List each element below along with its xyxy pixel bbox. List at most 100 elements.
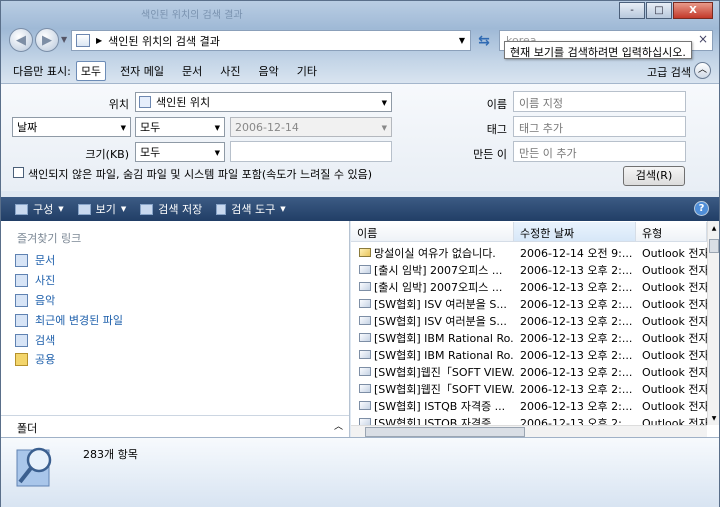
file-name: [SW협회]웹진「SOFT VIEW... bbox=[374, 365, 514, 379]
collapse-chevron-icon[interactable]: ︿ bbox=[694, 62, 711, 79]
breadcrumb-chevron-icon[interactable]: ▶ bbox=[96, 36, 102, 45]
nav-link-searches[interactable]: 검색 bbox=[15, 332, 55, 348]
include-nonindexed-checkbox[interactable] bbox=[13, 167, 24, 178]
nav-link-public[interactable]: 공용 bbox=[15, 351, 55, 367]
type-cell: Outlook 전자... bbox=[642, 280, 707, 294]
read-mail-icon bbox=[359, 282, 371, 291]
table-row[interactable]: [SW협회] ISV 여러분을 S... 2006-12-13 오후 2:... O… bbox=[351, 312, 707, 329]
documents-icon bbox=[15, 253, 28, 267]
file-name-cell: [출시 임박] 2007오피스 ... bbox=[351, 279, 514, 295]
tag-label: 태그 bbox=[486, 123, 507, 136]
folders-label: 폴더 bbox=[17, 422, 38, 435]
chevron-up-icon: ︿ bbox=[333, 422, 343, 432]
size-operator-select[interactable]: 모두 ▼ bbox=[135, 142, 225, 162]
column-header-name[interactable]: 이름 bbox=[351, 222, 514, 241]
file-name-cell: [SW협회]웹진「SOFT VIEW... bbox=[351, 364, 514, 380]
filter-documents[interactable]: 문서 bbox=[178, 62, 206, 80]
author-input[interactable]: 만든 이 추가 bbox=[513, 141, 686, 162]
refresh-icon[interactable]: ⇆ bbox=[473, 30, 495, 51]
date-picker[interactable]: 2006-12-14 ▼ bbox=[230, 117, 392, 137]
date-field-select[interactable]: 날짜 ▼ bbox=[12, 117, 131, 137]
size-operator-value: 모두 bbox=[140, 146, 161, 159]
navigation-pane: 즐겨찾기 링크 문서 사진 음악 최근에 변경된 파일 검색 공용 폴더 ︿ bbox=[1, 221, 350, 437]
searches-icon bbox=[15, 333, 28, 347]
file-name: 망설이실 여유가 없습니다. bbox=[374, 246, 496, 260]
organize-button[interactable]: 구성 ▼ bbox=[15, 201, 64, 217]
table-row[interactable]: [SW협회] IBM Rational Ro... 2006-12-13 오후 2… bbox=[351, 329, 707, 346]
organize-dropdown-icon: ▼ bbox=[58, 205, 64, 213]
table-row[interactable]: 망설이실 여유가 없습니다. 2006-12-14 오전 9:... Outlook… bbox=[351, 244, 707, 261]
location-select[interactable]: 색인된 위치 ▼ bbox=[135, 92, 392, 112]
vertical-scrollbar[interactable]: ▲ ▼ bbox=[707, 221, 719, 425]
name-label: 이름 bbox=[486, 98, 507, 111]
filter-email[interactable]: 전자 메일 bbox=[116, 62, 168, 80]
help-icon[interactable]: ? bbox=[694, 201, 709, 216]
filter-pictures[interactable]: 사진 bbox=[216, 62, 244, 80]
filter-label: 다음만 표시: bbox=[13, 65, 71, 78]
minimize-button[interactable]: - bbox=[619, 2, 645, 19]
author-label: 만든 이 bbox=[473, 148, 507, 161]
pictures-icon bbox=[15, 273, 28, 287]
indexed-location-icon bbox=[139, 96, 151, 108]
location-value: 색인된 위치 bbox=[156, 96, 211, 109]
breadcrumb[interactable]: 색인된 위치의 검색 결과 bbox=[108, 33, 220, 49]
read-mail-icon bbox=[359, 265, 371, 274]
table-row[interactable]: [SW협회]웹진「SOFT VIEW... 2006-12-13 오후 2:...… bbox=[351, 380, 707, 397]
scroll-up-icon[interactable]: ▲ bbox=[708, 223, 719, 235]
table-row[interactable]: [출시 임박] 2007오피스 ... 2006-12-13 오후 2:... Ou… bbox=[351, 261, 707, 278]
nav-link-documents[interactable]: 문서 bbox=[15, 252, 55, 268]
horizontal-scrollbar[interactable] bbox=[351, 425, 707, 437]
search-tools-button[interactable]: 검색 도구 ▼ bbox=[216, 201, 286, 217]
include-nonindexed-label[interactable]: 색인되지 않은 파일, 숨김 파일 및 시스템 파일 포함(속도가 느려질 수 … bbox=[28, 166, 372, 182]
folders-toggle[interactable]: 폴더 ︿ bbox=[1, 415, 349, 437]
folder-icon bbox=[15, 352, 28, 366]
forward-button[interactable]: ▶ bbox=[35, 28, 59, 52]
back-button[interactable]: ◀ bbox=[9, 28, 33, 52]
table-row[interactable]: [출시 임박] 2007오피스 ... 2006-12-13 오후 2:... Ou… bbox=[351, 278, 707, 295]
name-input[interactable]: 이름 지정 bbox=[513, 91, 686, 112]
clear-search-icon[interactable]: × bbox=[698, 32, 708, 46]
type-cell: Outlook 전자... bbox=[642, 399, 707, 413]
scroll-thumb[interactable] bbox=[709, 239, 719, 253]
column-header-date-modified[interactable]: 수정한 날짜 bbox=[514, 222, 636, 241]
filter-music[interactable]: 음악 bbox=[255, 62, 283, 80]
filter-all[interactable]: 모두 bbox=[75, 61, 107, 81]
filter-other[interactable]: 기타 bbox=[293, 62, 321, 80]
table-row[interactable]: [SW협회]웹진「SOFT VIEW... 2006-12-13 오후 2:...… bbox=[351, 363, 707, 380]
table-row[interactable]: [SW협회] ISV 여러분을 S... 2006-12-13 오후 2:... O… bbox=[351, 295, 707, 312]
date-modified-cell: 2006-12-13 오후 2:... bbox=[520, 297, 633, 311]
date-modified-cell: 2006-12-13 오후 2:... bbox=[520, 314, 633, 328]
date-operator-select[interactable]: 모두 ▼ bbox=[135, 117, 225, 137]
read-mail-icon bbox=[359, 350, 371, 359]
address-dropdown-icon[interactable]: ▼ bbox=[459, 36, 465, 45]
favorite-links-title: 즐겨찾기 링크 bbox=[17, 232, 82, 245]
recent-pages-dropdown-icon[interactable]: ▼ bbox=[61, 35, 67, 44]
nav-link-pictures[interactable]: 사진 bbox=[15, 272, 55, 288]
table-row[interactable]: [SW협회] IBM Rational Ro... 2006-12-13 오후 2… bbox=[351, 346, 707, 363]
date-field-dropdown-icon: ▼ bbox=[120, 124, 126, 132]
file-name-cell: 망설이실 여유가 없습니다. bbox=[351, 245, 514, 261]
advanced-search-link[interactable]: 고급 검색 bbox=[647, 64, 691, 80]
column-header-row: 이름 수정한 날짜 유형 bbox=[351, 222, 707, 242]
title-bar: 색인된 위치의 검색 결과 - □ X bbox=[1, 1, 719, 23]
scroll-down-icon[interactable]: ▼ bbox=[708, 413, 719, 425]
size-label: 크기(KB) bbox=[85, 148, 129, 161]
date-operator-value: 모두 bbox=[140, 121, 161, 134]
size-input[interactable] bbox=[230, 141, 392, 162]
file-name: [출시 임박] 2007오피스 ... bbox=[374, 280, 503, 294]
date-picker-dropdown-icon: ▼ bbox=[381, 124, 387, 132]
horizontal-scroll-thumb[interactable] bbox=[365, 427, 525, 437]
address-bar[interactable]: ▶ 색인된 위치의 검색 결과 ▼ bbox=[71, 30, 471, 51]
column-header-type[interactable]: 유형 bbox=[636, 222, 707, 241]
nav-link-recently-changed[interactable]: 최근에 변경된 파일 bbox=[15, 312, 123, 328]
close-button[interactable]: X bbox=[673, 2, 713, 19]
maximize-button[interactable]: □ bbox=[646, 2, 672, 19]
views-dropdown-icon: ▼ bbox=[120, 205, 127, 213]
views-button[interactable]: 보기 ▼ bbox=[77, 201, 127, 217]
command-toolbar: 구성 ▼ 보기 ▼ 검색 저장 검색 도구 ▼ ? bbox=[1, 197, 719, 221]
search-button[interactable]: 검색(R) bbox=[623, 166, 685, 186]
save-search-button[interactable]: 검색 저장 bbox=[140, 201, 202, 217]
tag-input[interactable]: 태그 추가 bbox=[513, 116, 686, 137]
table-row[interactable]: [SW협회] ISTQB 자격증 ... 2006-12-13 오후 2:... O… bbox=[351, 397, 707, 414]
nav-link-music[interactable]: 음악 bbox=[15, 292, 55, 308]
